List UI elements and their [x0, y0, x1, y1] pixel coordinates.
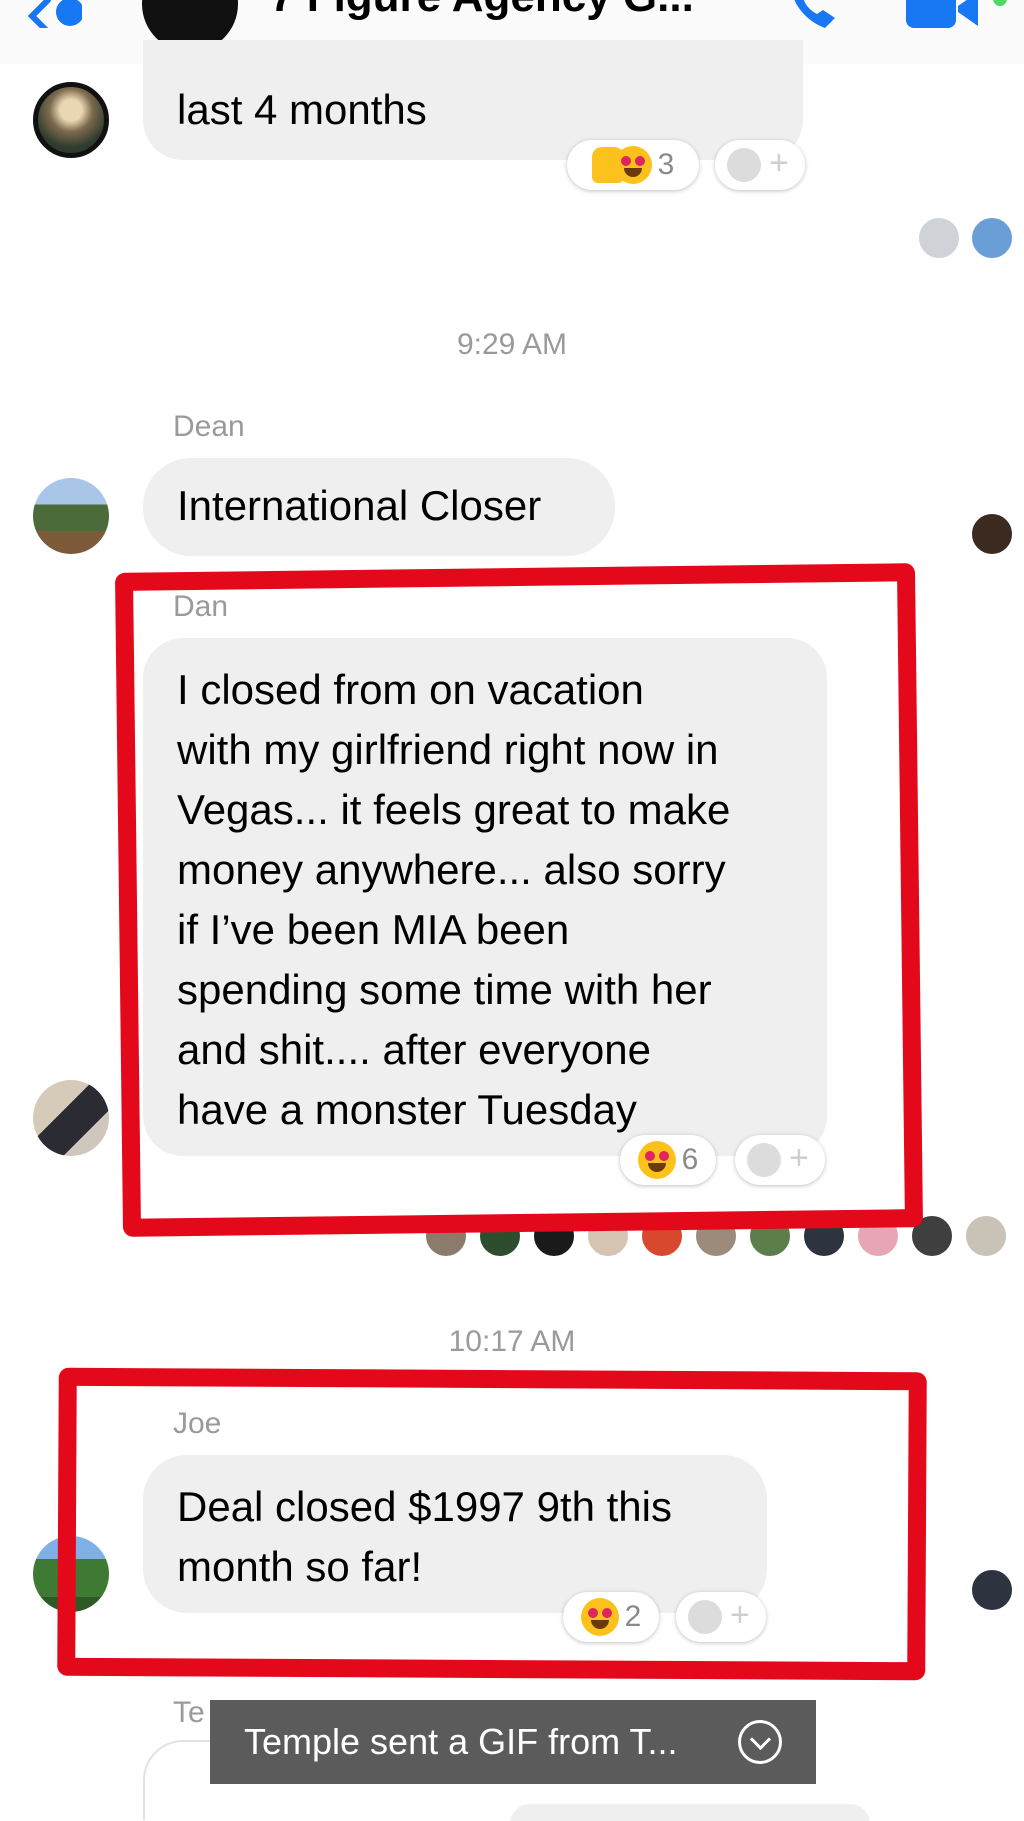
- sender-name: Dean: [173, 410, 245, 443]
- seen-avatar: [970, 1568, 1014, 1612]
- reaction-count: 2: [624, 1600, 642, 1633]
- add-reaction-button[interactable]: +: [715, 140, 805, 190]
- seen-avatar: [748, 1214, 792, 1258]
- plus-icon: +: [789, 1139, 809, 1177]
- sender-avatar[interactable]: [33, 478, 109, 554]
- smiley-icon: [747, 1143, 781, 1177]
- seen-avatar: [478, 1214, 522, 1258]
- seen-avatar: [424, 1214, 468, 1258]
- chevron-down-icon[interactable]: [738, 1720, 782, 1764]
- seen-avatar: [856, 1214, 900, 1258]
- message-line: have a monster Tuesday: [177, 1086, 637, 1133]
- message-line: and shit.... after everyone: [177, 1026, 651, 1073]
- smiley-icon: [688, 1600, 722, 1634]
- message-bubble[interactable]: [510, 1804, 870, 1821]
- plus-icon: +: [769, 144, 789, 182]
- reaction-summary[interactable]: 2: [563, 1592, 659, 1642]
- message-line: Vegas... it feels great to make: [177, 786, 731, 833]
- message-line: month so far!: [177, 1543, 423, 1590]
- message-line: I closed from on vacation: [177, 666, 644, 713]
- sender-name: Dan: [173, 590, 229, 623]
- message-line: with my girlfriend right now in: [177, 726, 719, 773]
- timestamp: 9:29 AM: [456, 328, 568, 361]
- seen-avatar: [694, 1214, 738, 1258]
- message-bubble[interactable]: last 4 months: [143, 40, 803, 160]
- new-message-banner[interactable]: Temple sent a GIF from T...: [210, 1700, 816, 1784]
- seen-avatar: [970, 216, 1014, 260]
- sender-avatar[interactable]: [33, 82, 109, 158]
- message-line: money anywhere... also sorry: [177, 846, 726, 893]
- add-reaction-button[interactable]: +: [735, 1135, 825, 1185]
- plus-icon: +: [730, 1596, 750, 1634]
- message-bubble[interactable]: Deal closed $1997 9th this month so far!: [143, 1455, 767, 1613]
- seen-avatar: [586, 1214, 630, 1258]
- smiley-icon: [727, 148, 761, 182]
- message-text: International Closer: [177, 482, 542, 529]
- message-line: Deal closed $1997 9th this: [177, 1483, 672, 1530]
- video-call-icon[interactable]: [906, 0, 986, 32]
- message-line: if I’ve been MIA been: [177, 906, 570, 953]
- sender-avatar[interactable]: [33, 1536, 109, 1612]
- reaction-count: 6: [681, 1143, 699, 1176]
- seen-avatar: [802, 1214, 846, 1258]
- group-title[interactable]: 7 Figure Agency G...: [270, 0, 694, 22]
- sender-name: Te: [173, 1696, 205, 1729]
- seen-avatar: [964, 1214, 1008, 1258]
- timestamp: 10:17 AM: [448, 1325, 576, 1358]
- message-text: last 4 months: [177, 86, 427, 133]
- heart-eyes-emoji-icon: [637, 1141, 676, 1179]
- add-reaction-button[interactable]: +: [676, 1592, 766, 1642]
- message-bubble[interactable]: International Closer: [143, 458, 615, 556]
- seen-avatar: [910, 1214, 954, 1258]
- reaction-summary[interactable]: 6: [620, 1135, 716, 1185]
- heart-eyes-emoji-icon: [613, 146, 652, 184]
- reaction-count: 3: [657, 148, 675, 181]
- online-status-dot: [993, 0, 1007, 6]
- reaction-summary[interactable]: 3: [567, 140, 699, 190]
- sender-name: Joe: [173, 1407, 222, 1440]
- heart-eyes-emoji-icon: [580, 1598, 619, 1636]
- phone-call-icon[interactable]: [785, 0, 845, 32]
- message-bubble[interactable]: I closed from on vacation with my girlfr…: [143, 638, 827, 1156]
- seen-avatar: [640, 1214, 684, 1258]
- message-line: spending some time with her: [177, 966, 712, 1013]
- seen-avatar: [532, 1214, 576, 1258]
- sender-avatar[interactable]: [33, 1080, 109, 1156]
- back-arrow-icon[interactable]: [26, 0, 82, 28]
- seen-avatar: [970, 512, 1014, 556]
- banner-text: Temple sent a GIF from T...: [244, 1721, 678, 1762]
- seen-avatar: [917, 216, 961, 260]
